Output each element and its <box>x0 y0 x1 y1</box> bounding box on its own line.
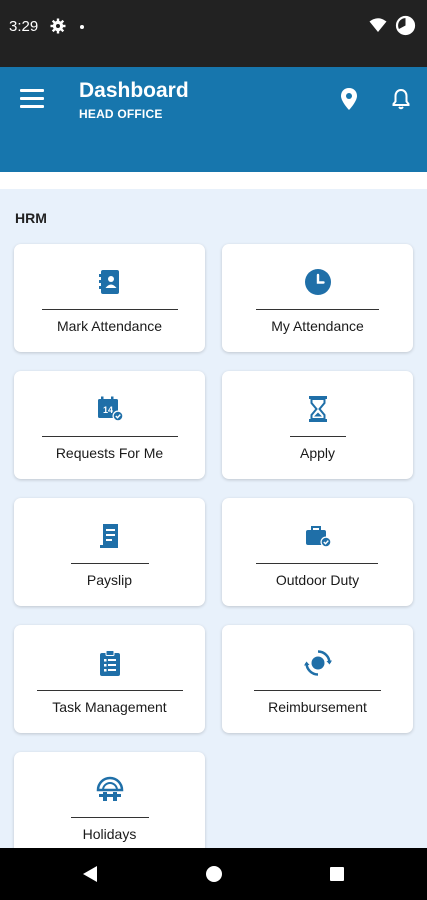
clipboard-list-icon <box>99 650 120 676</box>
card-divider <box>290 436 346 437</box>
status-time: 3:29 <box>9 18 39 35</box>
home-icon[interactable] <box>206 866 222 882</box>
card-label: Outdoor Duty <box>275 572 360 588</box>
card-divider <box>256 309 379 310</box>
card-requests-for-me[interactable]: 14 Requests For Me <box>14 371 205 479</box>
card-holidays[interactable]: Holidays <box>14 752 205 860</box>
card-label: My Attendance <box>271 318 364 334</box>
page-subtitle: HEAD OFFICE <box>79 107 163 121</box>
document-icon <box>99 524 118 548</box>
contact-book-icon <box>98 270 119 294</box>
card-label: Holidays <box>82 826 137 842</box>
beach-umbrella-icon <box>96 776 123 801</box>
card-label: Reimbursement <box>268 699 367 715</box>
content-header-strip <box>0 172 427 189</box>
hourglass-icon <box>308 396 327 422</box>
card-mark-attendance[interactable]: Mark Attendance <box>14 244 205 352</box>
notification-dot <box>80 25 84 29</box>
briefcase-check-icon <box>305 526 331 548</box>
card-divider <box>42 309 178 310</box>
calendar-check-icon: 14 <box>97 396 123 422</box>
svg-text:14: 14 <box>103 405 113 415</box>
battery-icon <box>395 15 416 36</box>
recents-icon[interactable] <box>330 867 344 881</box>
card-label: Mark Attendance <box>56 318 163 334</box>
card-task-management[interactable]: Task Management <box>14 625 205 733</box>
section-label-hrm: HRM <box>15 210 47 226</box>
refresh-coin-icon <box>303 650 332 676</box>
location-pin-icon[interactable] <box>338 87 360 111</box>
card-divider <box>42 436 178 437</box>
gear-icon <box>50 18 66 34</box>
card-outdoor-duty[interactable]: Outdoor Duty <box>222 498 413 606</box>
card-divider <box>256 563 378 564</box>
card-apply[interactable]: Apply <box>222 371 413 479</box>
status-bar: 3:29 <box>0 0 427 67</box>
back-icon[interactable] <box>82 865 98 883</box>
page-title: Dashboard <box>79 79 189 102</box>
app-bar: Dashboard HEAD OFFICE <box>0 67 427 172</box>
card-divider <box>254 690 381 691</box>
wifi-icon <box>369 18 387 32</box>
bell-icon[interactable] <box>389 87 413 111</box>
card-label: Task Management <box>52 699 167 715</box>
card-my-attendance[interactable]: My Attendance <box>222 244 413 352</box>
card-reimbursement[interactable]: Reimbursement <box>222 625 413 733</box>
menu-icon[interactable] <box>20 89 44 109</box>
clock-icon <box>304 269 331 295</box>
dashboard-content: HRM Mark Attendance My Attendance 14 Req… <box>0 172 427 860</box>
card-label: Requests For Me <box>55 445 164 461</box>
card-label: Payslip <box>86 572 133 588</box>
card-divider <box>71 563 149 564</box>
card-payslip[interactable]: Payslip <box>14 498 205 606</box>
card-label: Apply <box>299 445 336 461</box>
card-divider <box>71 817 149 818</box>
card-divider <box>37 690 183 691</box>
system-navigation-bar <box>0 848 427 900</box>
